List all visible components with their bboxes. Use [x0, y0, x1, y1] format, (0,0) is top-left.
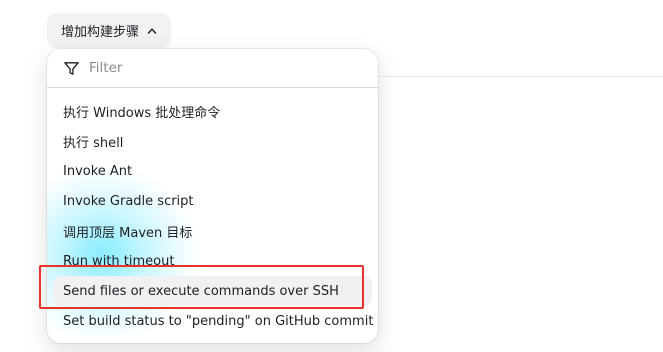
page: 增加构建步骤 执行 Windows 批处理命令 执行 shell Invoke …	[0, 0, 663, 352]
menu-item-shell[interactable]: 执行 shell	[47, 126, 378, 156]
filter-row	[47, 49, 378, 88]
build-step-dropdown: 执行 Windows 批处理命令 执行 shell Invoke Ant Inv…	[47, 49, 378, 343]
add-build-step-button[interactable]: 增加构建步骤	[47, 13, 172, 48]
menu-options: 执行 Windows 批处理命令 执行 shell Invoke Ant Inv…	[47, 88, 378, 336]
menu-item-windows-batch[interactable]: 执行 Windows 批处理命令	[47, 96, 378, 126]
divider	[378, 76, 663, 77]
add-build-step-label: 增加构建步骤	[61, 25, 140, 40]
chevron-up-icon	[147, 27, 157, 34]
menu-item-run-with-timeout[interactable]: Run with timeout	[47, 246, 378, 276]
menu-item-invoke-gradle[interactable]: Invoke Gradle script	[47, 186, 378, 216]
menu-item-send-files-ssh[interactable]: Send files or execute commands over SSH	[53, 276, 372, 306]
funnel-icon	[64, 61, 79, 75]
menu-item-invoke-ant[interactable]: Invoke Ant	[47, 156, 378, 186]
menu-item-maven-target[interactable]: 调用顶层 Maven 目标	[47, 216, 378, 246]
filter-input[interactable]	[89, 60, 349, 76]
menu-item-github-pending-status[interactable]: Set build status to "pending" on GitHub …	[47, 306, 378, 336]
